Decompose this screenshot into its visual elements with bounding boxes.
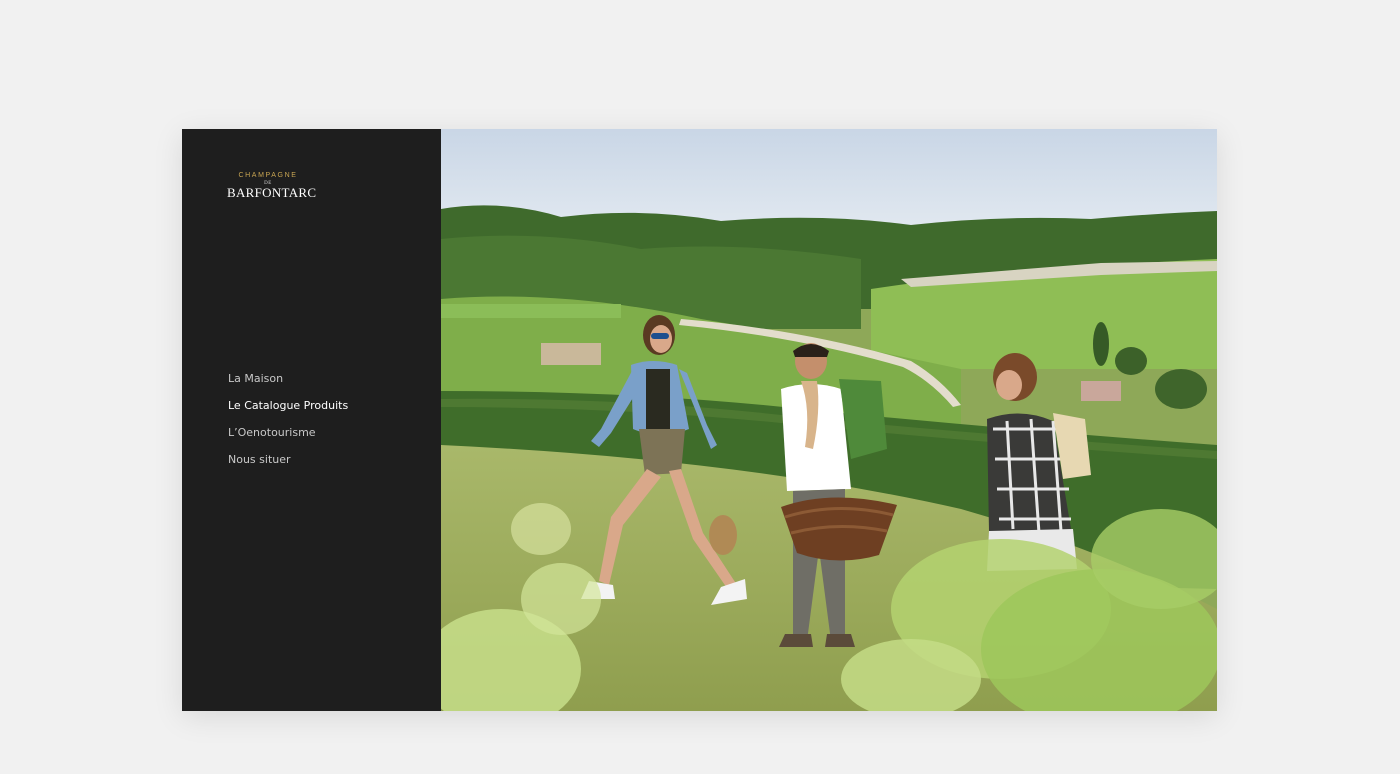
- sidebar: CHAMPAGNE DE BARFONTARC La Maison Le Cat…: [182, 129, 441, 711]
- nav-item-nous-situer[interactable]: Nous situer: [228, 453, 348, 480]
- nav-item-oenotourisme[interactable]: L’Oenotourisme: [228, 426, 348, 453]
- vineyard-photo: [441, 129, 1217, 711]
- main-nav: La Maison Le Catalogue Produits L’Oenoto…: [228, 372, 348, 480]
- hero-image: [441, 129, 1217, 711]
- nav-item-la-maison[interactable]: La Maison: [228, 372, 348, 399]
- brand-name: BARFONTARC: [227, 185, 317, 200]
- site-frame: CHAMPAGNE DE BARFONTARC La Maison Le Cat…: [182, 129, 1217, 711]
- brand-logo[interactable]: CHAMPAGNE DE BARFONTARC: [227, 171, 317, 200]
- nav-item-catalogue-produits[interactable]: Le Catalogue Produits: [228, 399, 348, 426]
- brand-line-champagne: CHAMPAGNE: [238, 172, 298, 179]
